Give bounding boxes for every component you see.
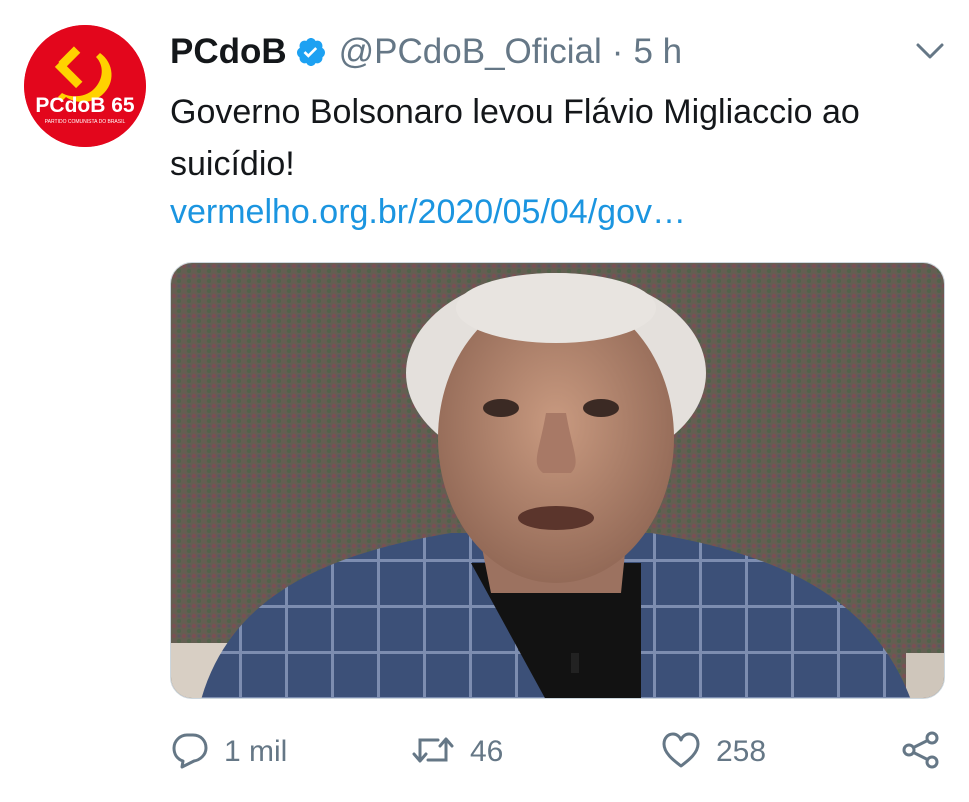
share-button[interactable] xyxy=(900,722,942,782)
retweet-count: 46 xyxy=(470,735,504,768)
tweet-link[interactable]: vermelho.org.br/2020/05/04/gov… xyxy=(170,190,686,234)
svg-text:PARTIDO COMUNISTA DO BRASIL: PARTIDO COMUNISTA DO BRASIL xyxy=(45,119,126,125)
reply-count: 1 mil xyxy=(224,735,288,768)
like-icon xyxy=(660,730,702,775)
verified-badge-icon xyxy=(295,36,327,68)
chevron-down-icon[interactable] xyxy=(910,34,950,68)
tweet-time[interactable]: 5 h xyxy=(633,32,682,72)
reply-button[interactable]: 1 mil xyxy=(170,722,287,782)
share-icon xyxy=(900,729,942,776)
avatar[interactable]: PCdoB 65 PARTIDO COMUNISTA DO BRASIL xyxy=(24,25,146,147)
tweet-media-image[interactable] xyxy=(170,262,945,699)
author-handle[interactable]: @PCdoB_Oficial xyxy=(339,32,602,72)
separator: · xyxy=(611,32,624,71)
like-button[interactable]: 258 xyxy=(660,722,766,782)
like-count: 258 xyxy=(716,735,767,768)
author-name[interactable]: PCdoB xyxy=(170,32,287,72)
pcdob-logo: PCdoB 65 PARTIDO COMUNISTA DO BRASIL xyxy=(24,25,146,147)
tweet-actions: 1 mil 46 258 xyxy=(170,722,950,782)
reply-icon xyxy=(170,730,210,775)
tweet-text: Governo Bolsonaro levou Flávio Migliacci… xyxy=(170,93,860,183)
retweet-icon xyxy=(410,730,456,775)
tweet-header: PCdoB @PCdoB_Oficial · 5 h xyxy=(170,26,682,78)
svg-text:PCdoB 65: PCdoB 65 xyxy=(35,94,135,117)
retweet-button[interactable]: 46 xyxy=(410,722,503,782)
